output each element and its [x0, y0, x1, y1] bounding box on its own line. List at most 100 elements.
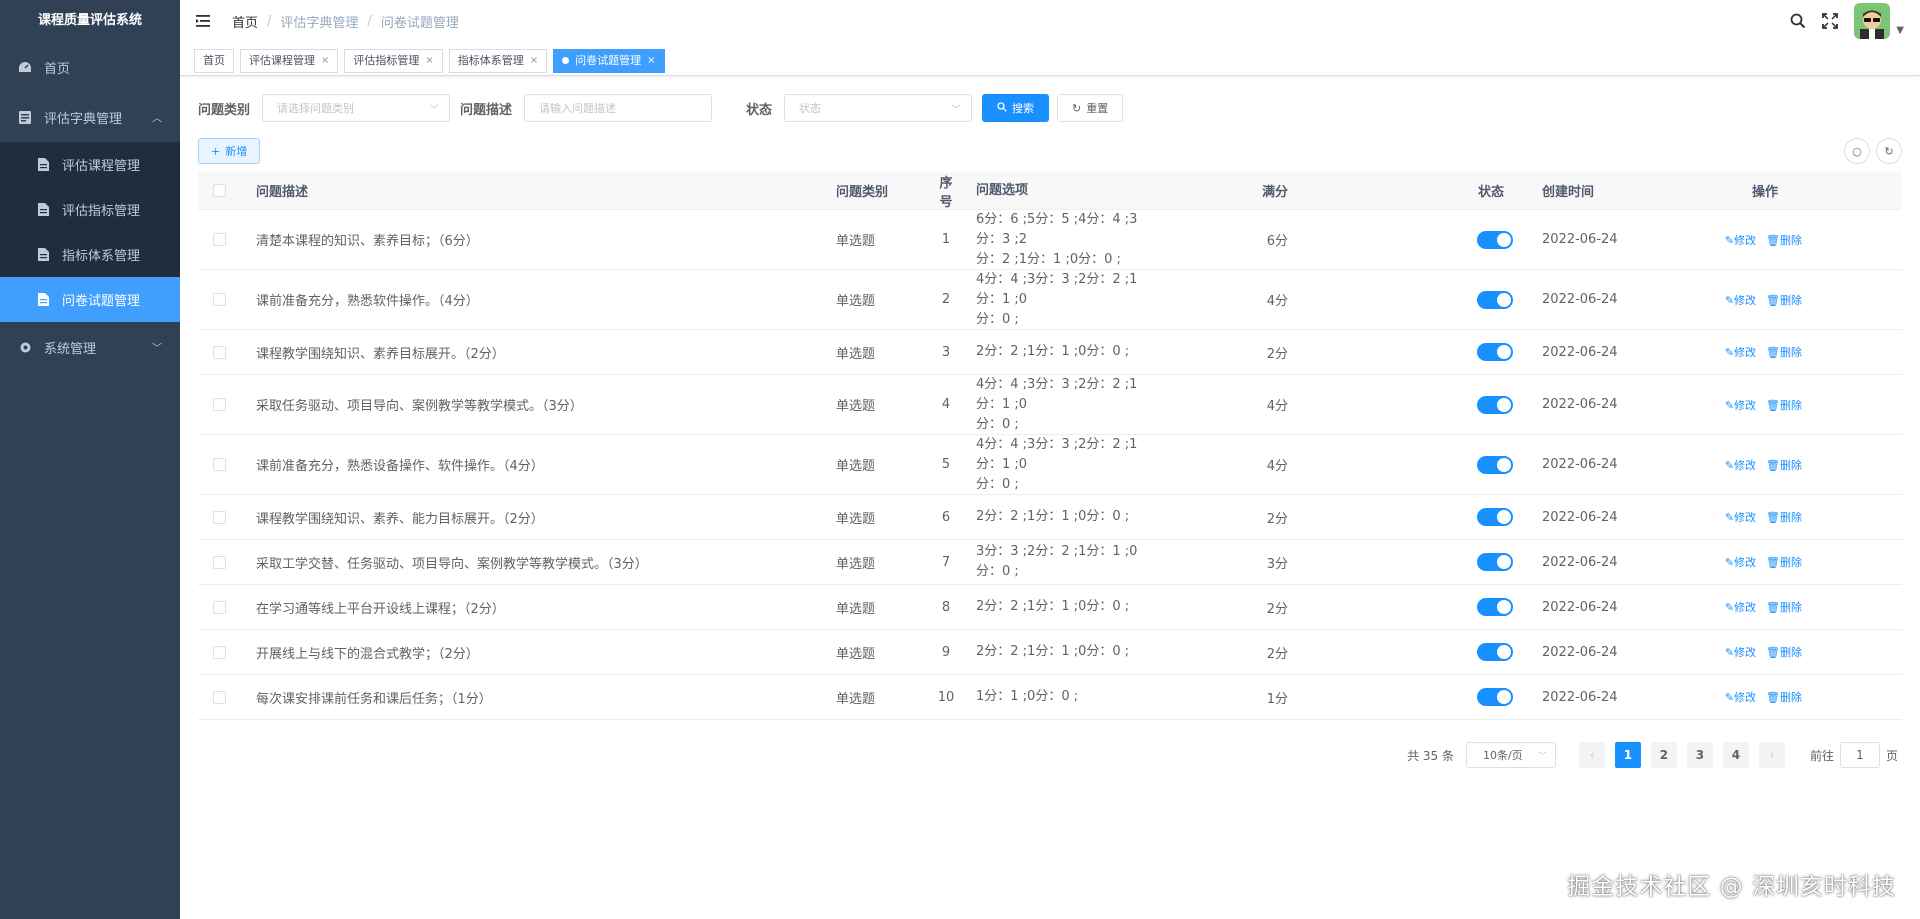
cell-no: 2: [941, 292, 951, 307]
tag-indicator[interactable]: 评估指标管理 ×: [344, 48, 443, 73]
delete-button[interactable]: 🗑删除: [1766, 346, 1802, 359]
select-all-checkbox[interactable]: [212, 184, 226, 197]
gear-icon: [18, 340, 32, 354]
row-checkbox[interactable]: [212, 458, 226, 471]
page-button[interactable]: 4: [1722, 742, 1749, 768]
delete-button[interactable]: 🗑删除: [1766, 556, 1802, 569]
search-button[interactable]: 搜索: [982, 94, 1050, 122]
next-page-button[interactable]: ›: [1758, 742, 1785, 768]
add-button[interactable]: + 新增: [198, 138, 261, 164]
sidebar-item-questionnaire[interactable]: 问卷试题管理: [0, 277, 180, 322]
close-icon[interactable]: ×: [530, 50, 538, 72]
cell-no: 7: [941, 554, 951, 570]
edit-button[interactable]: ✎修改: [1725, 234, 1756, 247]
prev-page-button[interactable]: ‹: [1578, 742, 1605, 768]
status-switch[interactable]: [1477, 553, 1513, 571]
edit-button[interactable]: ✎修改: [1725, 556, 1756, 569]
row-checkbox[interactable]: [212, 555, 226, 569]
cell-opts: 4分：4 ;3分：3 ;2分：2 ;1分：1 ;0 分：0 ;: [966, 375, 1166, 435]
desc-input[interactable]: 请输入问题描述: [524, 94, 713, 122]
edit-button[interactable]: ✎修改: [1725, 346, 1756, 359]
row-checkbox[interactable]: [212, 600, 226, 614]
delete-button[interactable]: 🗑删除: [1766, 399, 1802, 412]
tag-system-index[interactable]: 指标体系管理 ×: [448, 48, 548, 73]
delete-button[interactable]: 🗑删除: [1766, 234, 1802, 247]
page-size-select[interactable]: 10条/页 ﹀: [1465, 742, 1556, 768]
cell-actions: ✎修改 🗑删除: [1644, 457, 1902, 473]
edit-button[interactable]: ✎修改: [1725, 459, 1756, 472]
tag-course[interactable]: 评估课程管理 ×: [240, 48, 339, 73]
status-switch[interactable]: [1477, 688, 1513, 706]
delete-button[interactable]: 🗑删除: [1766, 511, 1802, 524]
status-switch[interactable]: [1477, 230, 1513, 249]
category-select[interactable]: 请选择问题类别 ﹀: [262, 94, 451, 122]
search-button-label: 搜索: [1012, 102, 1035, 115]
reset-button[interactable]: ↻ 重置: [1057, 94, 1124, 122]
edit-button[interactable]: ✎修改: [1725, 294, 1756, 307]
hamburger-icon[interactable]: [196, 14, 212, 28]
status-switch[interactable]: [1477, 598, 1513, 616]
row-select-cell: [198, 398, 240, 411]
opts-line: 2分：2 ;1分：1 ;0分：0 ;: [976, 509, 1130, 524]
delete-button[interactable]: 🗑删除: [1766, 601, 1802, 614]
delete-button[interactable]: 🗑删除: [1766, 294, 1802, 307]
page-button[interactable]: 1: [1614, 742, 1641, 768]
edit-button[interactable]: ✎修改: [1725, 646, 1756, 659]
sidebar-item-dict[interactable]: 评估字典管理 ︿: [0, 92, 180, 142]
close-icon[interactable]: ×: [321, 50, 329, 72]
goto-input[interactable]: 1: [1839, 742, 1880, 768]
sidebar-item-system-index[interactable]: 指标体系管理: [0, 232, 180, 277]
page-button[interactable]: 3: [1686, 742, 1713, 768]
close-icon[interactable]: ×: [425, 50, 433, 72]
search-icon[interactable]: [1788, 11, 1808, 31]
close-icon[interactable]: ×: [647, 50, 655, 72]
delete-label: 删除: [1780, 398, 1802, 412]
row-checkbox[interactable]: [212, 645, 226, 659]
delete-button[interactable]: 🗑删除: [1766, 459, 1802, 472]
row-checkbox[interactable]: [212, 398, 226, 411]
toggle-search-icon[interactable]: ○: [1844, 138, 1870, 164]
page-button[interactable]: 2: [1650, 742, 1677, 768]
status-switch[interactable]: [1477, 343, 1513, 361]
status-switch[interactable]: [1477, 643, 1513, 661]
status-switch[interactable]: [1477, 290, 1513, 309]
delete-button[interactable]: 🗑删除: [1766, 691, 1802, 704]
sidebar-item-home[interactable]: 首页: [0, 42, 180, 92]
cell-date: 2022-06-24: [1542, 689, 1618, 705]
breadcrumb-item[interactable]: 首页: [232, 12, 258, 31]
cell-actions: ✎修改 🗑删除: [1644, 292, 1902, 308]
sidebar-item-indicator[interactable]: 评估指标管理: [0, 187, 180, 232]
status-switch[interactable]: [1477, 455, 1513, 474]
edit-button[interactable]: ✎修改: [1725, 691, 1756, 704]
edit-button[interactable]: ✎修改: [1725, 399, 1756, 412]
sidebar-item-course[interactable]: 评估课程管理: [0, 142, 180, 187]
page-jumper: 前往 1 页: [1810, 742, 1898, 768]
avatar[interactable]: [1854, 3, 1891, 39]
fullscreen-icon[interactable]: [1820, 11, 1840, 31]
cell-actions: ✎修改 🗑删除: [1644, 689, 1902, 705]
tag-questionnaire[interactable]: 问卷试题管理 ×: [553, 48, 665, 73]
dict-icon: [18, 110, 32, 124]
sidebar-item-system[interactable]: 系统管理 ﹀: [0, 322, 180, 372]
row-select-cell: [198, 555, 240, 569]
tag-home[interactable]: 首页: [194, 48, 234, 73]
delete-button[interactable]: 🗑删除: [1766, 646, 1802, 659]
row-checkbox[interactable]: [212, 690, 226, 704]
row-checkbox[interactable]: [212, 345, 226, 359]
edit-button[interactable]: ✎修改: [1725, 601, 1756, 614]
opts-line: 分：0 ;: [976, 476, 1019, 492]
table-row: 课程教学围绕知识、素养、能力目标展开。（2分） 单选题 6 2分：2 ;1分：1 ;0…: [198, 495, 1902, 540]
edit-icon: ✎: [1724, 601, 1735, 614]
refresh-icon[interactable]: ↻: [1876, 138, 1902, 164]
status-switch[interactable]: [1477, 395, 1513, 414]
edit-label: 修改: [1734, 346, 1757, 359]
cell-status: [1318, 290, 1518, 309]
edit-button[interactable]: ✎修改: [1725, 511, 1756, 524]
row-checkbox[interactable]: [212, 293, 226, 306]
row-checkbox[interactable]: [212, 510, 226, 524]
caret-down-icon[interactable]: ▼: [1896, 25, 1904, 36]
status-switch[interactable]: [1477, 508, 1513, 526]
row-checkbox[interactable]: [212, 233, 226, 246]
cell-no: 6: [941, 509, 951, 525]
status-select[interactable]: 状态 ﹀: [784, 94, 973, 122]
